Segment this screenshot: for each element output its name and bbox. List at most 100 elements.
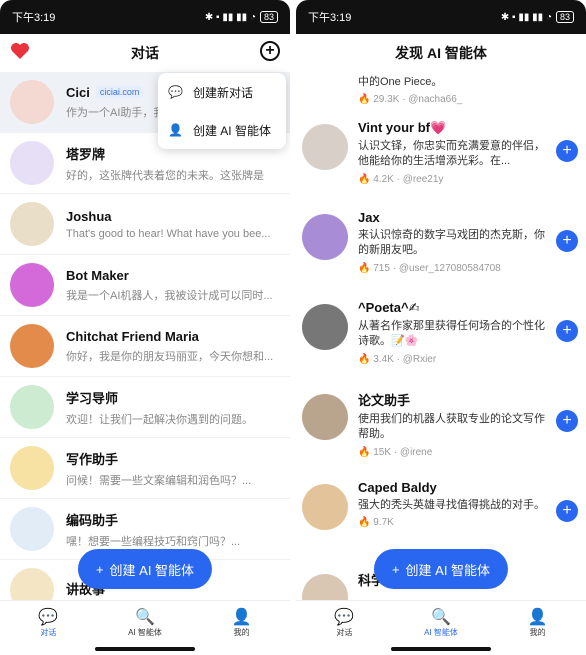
agent-description: 使用我们的机器人获取专业的论文写作帮助。: [358, 413, 545, 441]
chat-bubble-icon: 💬: [168, 85, 183, 99]
avatar: [10, 263, 54, 307]
avatar: [10, 80, 54, 124]
screenshot-frame: 下午3:19 ✱ ▪ ▮▮ ▮▮ ◔ 83 对话 + 💬 创建新对话 👤 创建 …: [0, 0, 586, 655]
add-agent-button[interactable]: +: [556, 410, 578, 432]
chat-preview: 好的，这张牌代表着您的未来。这张牌是: [66, 169, 264, 182]
agent-row[interactable]: 中的One Piece。 🔥 29.3K · @nacha66_: [296, 72, 586, 112]
chat-row[interactable]: Joshua That's good to hear! What have you…: [0, 194, 290, 255]
add-agent-button[interactable]: +: [556, 140, 578, 162]
menu-item-create-agent[interactable]: 👤 创建 AI 智能体: [158, 111, 286, 149]
tab-chats[interactable]: 💬 对话: [18, 607, 78, 638]
chats-header: 对话 +: [0, 34, 290, 72]
agent-row[interactable]: ^Poeta^✍ 从著名作家那里获得任何场合的个性化诗歌。📝🌸 🔥 3.4K · @…: [296, 292, 586, 382]
add-agent-button[interactable]: +: [556, 320, 578, 342]
agent-avatar: [302, 394, 348, 440]
agent-text: Jax 来认识惊奇的数字马戏团的杰克斯，你的新朋友吧。 🔥 715 · @user_…: [358, 210, 576, 292]
menu-item-new-chat[interactable]: 💬 创建新对话: [158, 73, 286, 111]
avatar: [10, 507, 54, 551]
domain-tag: ciciai.com: [95, 86, 144, 98]
agent-description: 中的One Piece。: [358, 76, 443, 88]
tab-agents[interactable]: 🔍 AI 智能体: [115, 607, 175, 638]
chat-name: Joshua: [66, 208, 112, 224]
search-tab-icon: 🔍: [135, 609, 155, 626]
agent-row[interactable]: 论文助手使用我们的机器人获取专业的论文写作帮助。 🔥 15K · @irene +: [296, 382, 586, 472]
add-agent-button[interactable]: +: [556, 230, 578, 252]
chat-preview: 我是一个AI机器人，我被设计成可以同时...: [66, 289, 273, 302]
creator-handle: @nacha66_: [408, 94, 463, 106]
chat-list: Cici ciciai.com 作为一个AI助手，我 塔罗牌 好的，这张牌代表着您的未来…: [0, 72, 290, 600]
agent-avatar: [302, 124, 348, 170]
chat-preview: 你好，我是你的朋友玛丽亚，今天你想和...: [66, 350, 274, 363]
chat-name: 编码助手: [66, 512, 119, 528]
chat-name: 写作助手: [66, 451, 119, 467]
status-time: 下午3:19: [308, 12, 352, 24]
chat-text: 塔罗牌好的，这张牌代表着您的未来。这张牌是: [66, 144, 280, 183]
menu-item-label: 创建新对话: [192, 85, 253, 100]
chat-text: 写作助手问候！需要一些文案编辑和润色吗？...: [66, 449, 280, 488]
avatar: [10, 446, 54, 490]
profile-tab-icon: 👤: [231, 609, 252, 626]
agent-row[interactable]: Jax 来认识惊奇的数字马戏团的杰克斯，你的新朋友吧。 🔥 715 · @user_…: [296, 202, 586, 292]
chat-row[interactable]: Bot Maker 我是一个AI机器人，我被设计成可以同时...: [0, 255, 290, 316]
create-agent-label: 创建 AI 智能体: [405, 562, 491, 578]
chat-row[interactable]: 写作助手问候！需要一些文案编辑和润色吗？...: [0, 438, 290, 499]
status-bar: 下午3:19 ✱ ▪ ▮▮ ▮▮ ◔ 83: [296, 0, 586, 34]
agent-name: Jax: [358, 210, 380, 225]
chat-preview: That's good to hear! What have you bee..…: [66, 227, 271, 240]
tab-label: 对话: [336, 628, 353, 637]
chat-preview: 问候！需要一些文案编辑和润色吗？...: [66, 474, 252, 487]
agent-description: 从著名作家那里获得任何场合的个性化诗歌。📝🌸: [358, 320, 545, 348]
create-agent-button[interactable]: + 创建 AI 智能体: [373, 549, 509, 589]
heart-icon[interactable]: [10, 42, 30, 63]
plus-icon: +: [391, 561, 400, 577]
agent-stats: 🔥 3.4K · @Rxier: [358, 353, 437, 365]
tab-label: AI 智能体: [128, 628, 162, 637]
chat-row[interactable]: Chitchat Friend Maria 你好，我是你的朋友玛丽亚，今天你想和.…: [0, 316, 290, 377]
create-menu: 💬 创建新对话 👤 创建 AI 智能体: [158, 73, 286, 149]
menu-item-label: 创建 AI 智能体: [192, 123, 271, 138]
agent-description: 强大的秃头英雄寻找值得挑战的对手。: [358, 499, 545, 511]
tab-me[interactable]: 👤 我的: [508, 607, 568, 638]
create-agent-label: 创建 AI 智能体: [109, 562, 195, 578]
person-icon: 👤: [168, 123, 183, 137]
tab-label: 我的: [529, 628, 546, 637]
create-agent-button[interactable]: + 创建 AI 智能体: [77, 549, 213, 589]
like-count: 4.2K: [373, 173, 394, 185]
phone-chats: 下午3:19 ✱ ▪ ▮▮ ▮▮ ◔ 83 对话 + 💬 创建新对话 👤 创建 …: [0, 0, 290, 655]
tab-agents[interactable]: 🔍 AI 智能体: [411, 607, 471, 638]
profile-tab-icon: 👤: [527, 609, 548, 626]
tab-label: 对话: [40, 628, 57, 637]
agent-stats: 🔥 715 · @user_127080584708: [358, 262, 501, 274]
tab-chats[interactable]: 💬 对话: [314, 607, 374, 638]
agent-description: 认识文铎，你忠实而充满爱意的伴侣，他能给你的生活增添光彩。在...: [358, 140, 545, 168]
status-icons: ✱ ▪ ▮▮ ▮▮ ◔ 83: [205, 11, 278, 23]
phone-discover: 下午3:19 ✱ ▪ ▮▮ ▮▮ ◔ 83 发现 AI 智能体 中的One Pi…: [296, 0, 586, 655]
chat-tab-icon: 💬: [334, 609, 355, 626]
tab-me[interactable]: 👤 我的: [212, 607, 272, 638]
agent-avatar: [302, 304, 348, 350]
agent-stats: 🔥 15K · @irene: [358, 446, 433, 458]
agent-text: 论文助手使用我们的机器人获取专业的论文写作帮助。 🔥 15K · @irene: [358, 390, 576, 472]
add-icon[interactable]: +: [260, 41, 280, 61]
chat-row[interactable]: 学习导师 欢迎！让我们一起解决你遇到的问题。: [0, 377, 290, 438]
avatar: [10, 568, 54, 600]
chat-name-line: 写作助手: [66, 449, 280, 468]
agent-row[interactable]: Vint your bf💗 认识文铎，你忠实而充满爱意的伴侣，他能给你的生活增添光…: [296, 112, 586, 202]
chat-name: 塔罗牌: [66, 146, 106, 162]
chat-name-line: Bot Maker: [66, 268, 280, 283]
agent-text: 中的One Piece。 🔥 29.3K · @nacha66_: [358, 72, 576, 112]
add-agent-button[interactable]: +: [556, 500, 578, 522]
agent-name: Vint your bf💗: [358, 120, 447, 135]
chat-name-line: Joshua: [66, 209, 280, 224]
like-count: 9.7K: [373, 517, 394, 529]
chat-name-line: 学习导师: [66, 388, 280, 407]
chat-name-line: 编码助手: [66, 510, 280, 529]
search-tab-icon: 🔍: [431, 609, 451, 626]
like-count: 3.4K: [373, 353, 394, 365]
discover-header: 发现 AI 智能体: [296, 34, 586, 72]
agent-text: Vint your bf💗 认识文铎，你忠实而充满爱意的伴侣，他能给你的生活增添光…: [358, 120, 576, 202]
status-icons: ✱ ▪ ▮▮ ▮▮ ◔ 83: [501, 11, 574, 23]
tab-label: 我的: [233, 628, 250, 637]
chat-name: 学习导师: [66, 390, 119, 406]
agent-name: 论文助手: [358, 393, 411, 408]
